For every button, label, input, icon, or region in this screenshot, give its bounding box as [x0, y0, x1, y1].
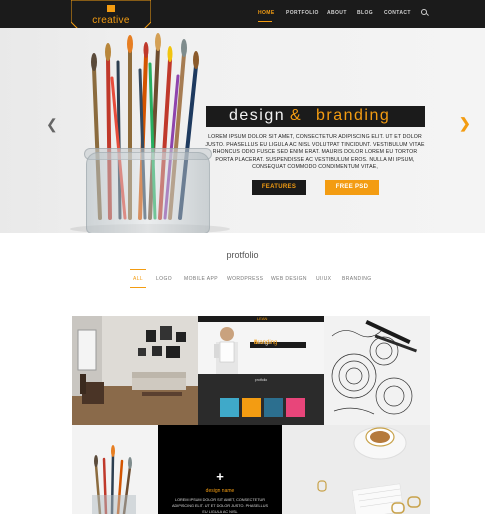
hero-heading-amp: & — [290, 107, 303, 124]
chevron-left-icon[interactable]: ❮ — [46, 116, 58, 133]
hero-description: LOREM IPSUM DOLOR SIT AMET, CONSECTETUR … — [205, 134, 425, 170]
portfolio-item-brushes[interactable] — [72, 425, 158, 514]
filter-branding[interactable]: BRANDING — [342, 276, 372, 282]
mockup-portfolio-title: protfolio — [254, 378, 268, 382]
mockup-portfolio: protfolio — [198, 374, 324, 425]
brushes-thumb-image — [72, 425, 158, 514]
mockup-banner-word2: branding — [254, 340, 278, 346]
portfolio-item-desk[interactable] — [282, 425, 430, 514]
nav-about[interactable]: ABOUT — [327, 10, 347, 16]
chevron-right-icon[interactable]: ❯ — [459, 115, 471, 132]
portfolio-item-website-mockup[interactable]: LEAN design & branding protfolio — [198, 316, 324, 425]
search-icon[interactable] — [421, 9, 427, 15]
mockup-banner: design & branding — [250, 340, 306, 348]
portfolio-item-sketch[interactable] — [324, 316, 430, 425]
desk-image — [282, 425, 430, 514]
hero-heading-word2: branding — [316, 107, 391, 124]
portfolio-item-hover[interactable]: + design name LOREM IPSUM DOLOR SIT AMET… — [158, 425, 282, 514]
nav-blog[interactable]: BLOG — [357, 10, 373, 16]
mockup-logo-text: LEAN — [257, 316, 268, 321]
filter-logo[interactable]: LOGO — [156, 276, 172, 282]
nav-portfolio[interactable]: PORTFOLIO — [286, 10, 319, 16]
free-psd-button[interactable]: FREE PSD — [325, 180, 379, 195]
plus-icon[interactable]: + — [158, 469, 282, 484]
mockup-hero: LEAN design & branding — [198, 316, 324, 380]
filter-active-line-bottom — [130, 287, 146, 288]
hero-heading-word1: design — [229, 107, 286, 124]
glass-jar — [86, 152, 210, 233]
hero-heading: design & branding — [206, 106, 425, 127]
mockup-thumb-2 — [242, 398, 261, 417]
portfolio-title: protfolio — [226, 250, 259, 260]
filter-mobile-app[interactable]: MOBILE APP — [184, 276, 218, 282]
hero-slider: ❮ ❯ design & branding LOREM IPSUM DOLOR … — [0, 28, 485, 233]
nav-contact[interactable]: CONTACT — [384, 10, 411, 16]
portfolio-item-interior[interactable] — [72, 316, 198, 425]
mockup-thumb-1 — [220, 398, 239, 417]
briefcase-icon — [107, 5, 115, 12]
portfolio-filters: ALL LOGO MOBILE APP WORDPRESS WEB DESIGN… — [0, 269, 485, 290]
logo-text: creative — [92, 15, 130, 26]
filter-web-design[interactable]: WEB DESIGN — [271, 276, 307, 282]
features-button[interactable]: FEATURES — [252, 180, 306, 195]
filter-ui-ux[interactable]: UI/UX — [316, 276, 331, 282]
paintbrushes-image — [91, 33, 199, 220]
mockup-thumb-3 — [264, 398, 283, 417]
filter-wordpress[interactable]: WORDPRESS — [227, 276, 263, 282]
item-title: design name — [205, 488, 235, 494]
top-nav: creative HOME PORTFOLIO ABOUT BLOG CONTA… — [0, 0, 485, 32]
man-photo — [214, 327, 238, 380]
mockup-thumb-4 — [286, 398, 305, 417]
nav-home[interactable]: HOME — [258, 10, 275, 16]
filter-active-line-top — [130, 269, 146, 270]
interior-image — [72, 316, 198, 425]
sketch-image — [324, 316, 430, 425]
nav-active-indicator — [258, 21, 272, 22]
item-description: LOREM IPSUM DOLOR SIT AMET, CONSECTETUR … — [171, 498, 268, 514]
filter-all[interactable]: ALL — [133, 276, 143, 282]
